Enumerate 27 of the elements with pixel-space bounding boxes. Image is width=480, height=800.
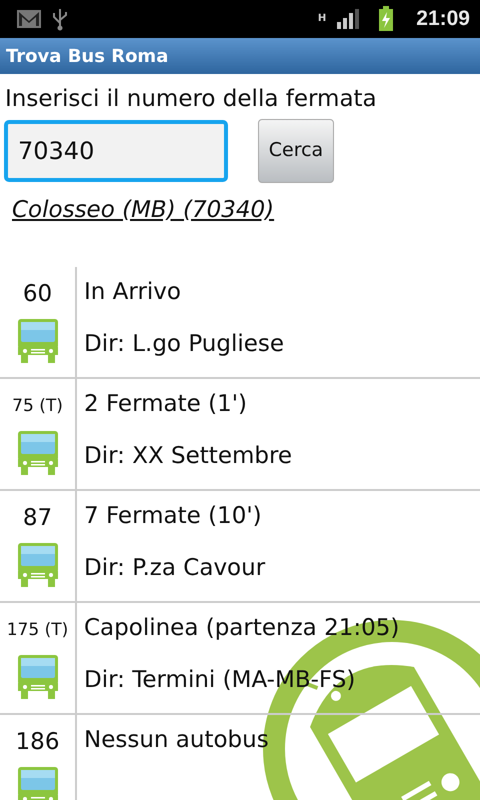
route-number: 186 bbox=[16, 728, 60, 757]
app-title-bar: Trova Bus Roma bbox=[0, 38, 480, 74]
signal-icon bbox=[336, 8, 360, 30]
direction-text: Dir: P.za Cavour bbox=[84, 554, 266, 583]
bus-icon bbox=[16, 319, 60, 363]
stop-name-link[interactable]: Colosseo (MB) (70340) bbox=[12, 192, 274, 227]
arrival-status: In Arrivo bbox=[84, 278, 182, 307]
clock-time: 21:09 bbox=[416, 6, 470, 32]
direction-text: Dir: L.go Pugliese bbox=[84, 330, 284, 359]
stop-number-field[interactable]: 70340 bbox=[4, 120, 228, 182]
route-number: 87 bbox=[22, 504, 52, 533]
arrival-status: 7 Fermate (10') bbox=[84, 502, 263, 531]
route-number: 60 bbox=[22, 280, 52, 309]
usb-icon bbox=[52, 7, 68, 31]
search-button[interactable]: Cerca bbox=[258, 118, 334, 182]
stop-number-label: Inserisci il numero della fermata bbox=[5, 85, 378, 114]
bus-icon bbox=[16, 655, 60, 699]
bus-icon bbox=[16, 543, 60, 587]
route-number: 75 (T) bbox=[12, 395, 63, 418]
battery-charging-icon bbox=[378, 6, 394, 32]
bus-icon bbox=[16, 431, 60, 475]
arrival-status: 2 Fermate (1') bbox=[84, 390, 248, 419]
bus-icon bbox=[16, 767, 60, 800]
route-number: 175 (T) bbox=[6, 619, 68, 642]
mail-icon bbox=[16, 9, 42, 29]
network-type-indicator: H bbox=[318, 14, 326, 24]
direction-text: Dir: XX Settembre bbox=[84, 442, 292, 471]
